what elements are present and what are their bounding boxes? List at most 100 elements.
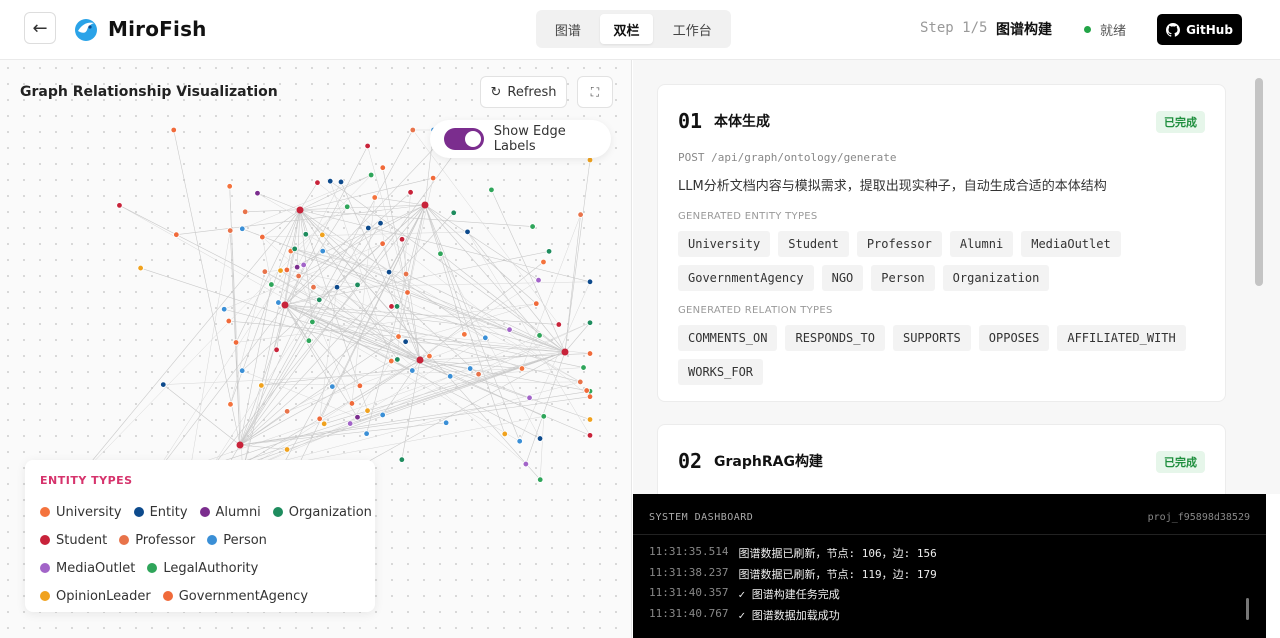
graph-node[interactable] [482,334,489,341]
graph-node[interactable] [586,156,594,164]
graph-node[interactable] [501,430,508,438]
graph-hub-node[interactable] [236,441,244,449]
graph-node[interactable] [466,365,474,372]
graph-node[interactable] [518,365,526,372]
graph-node[interactable] [160,381,167,388]
graph-node[interactable] [450,209,457,216]
graph-node[interactable] [295,272,302,280]
graph-node[interactable] [319,247,326,255]
graph-node[interactable] [273,346,280,353]
graph-node[interactable] [302,231,309,238]
graph-node[interactable] [320,420,328,428]
graph-node[interactable] [540,258,547,266]
graph-node[interactable] [398,236,406,243]
graph-node[interactable] [367,171,375,179]
graph-node[interactable] [275,299,282,306]
graph-node[interactable] [379,411,386,419]
graph-node[interactable] [261,268,269,275]
graph-node[interactable] [283,446,291,453]
graph-node[interactable] [259,233,266,241]
graph-node[interactable] [363,430,370,437]
graph-node[interactable] [442,419,450,426]
graph-node[interactable] [316,296,323,304]
graph-node[interactable] [379,164,386,171]
graph-node[interactable] [586,278,594,285]
graph-node[interactable] [533,300,540,307]
graph-node[interactable] [329,383,336,390]
graph-node[interactable] [364,142,371,150]
graph-node[interactable] [379,240,386,247]
graph-node[interactable] [371,194,378,201]
graph-node[interactable] [170,126,177,134]
tab-graph[interactable]: 图谱 [540,14,596,44]
graph-hub-node[interactable] [421,201,429,209]
graph-node[interactable] [226,183,233,190]
github-button[interactable]: GitHub [1157,14,1242,45]
graph-node[interactable] [364,407,371,414]
graph-node[interactable] [506,326,513,333]
graph-node[interactable] [309,318,316,326]
graph-node[interactable] [314,179,321,186]
graph-node[interactable] [394,356,401,363]
graph-node[interactable] [258,382,265,389]
graph-node[interactable] [516,438,523,445]
graph-node[interactable] [283,408,291,415]
graph-node[interactable] [227,227,234,234]
graph-node[interactable] [488,186,495,194]
graph-node[interactable] [220,306,228,313]
graph-node[interactable] [586,350,594,357]
graph-node[interactable] [225,317,232,325]
graph-hub-node[interactable] [296,206,304,214]
graph-node[interactable] [461,331,468,338]
graph-node[interactable] [522,460,530,468]
graph-node[interactable] [540,413,547,420]
graph-node[interactable] [254,190,261,197]
graph-node[interactable] [577,211,584,218]
graph-node[interactable] [586,393,594,400]
log-scrollbar[interactable] [1246,598,1249,620]
graph-node[interactable] [268,281,275,288]
graph-node[interactable] [327,177,334,185]
scroll-thumb[interactable] [1255,78,1263,286]
graph-node[interactable] [526,394,533,401]
edge-labels-toggle[interactable] [444,128,484,150]
graph-node[interactable] [239,225,246,232]
graph-node[interactable] [536,332,543,339]
right-scrollbar[interactable] [1253,60,1265,494]
graph-node[interactable] [354,414,361,421]
graph-node[interactable] [402,338,409,345]
graph-node[interactable] [348,400,356,407]
graph-node[interactable] [388,357,395,365]
graph-node[interactable] [337,178,345,186]
graph-node[interactable] [537,476,544,483]
graph-node[interactable] [354,281,361,289]
graph-node[interactable] [464,228,471,236]
graph-node[interactable] [475,370,482,378]
graph-node[interactable] [402,270,410,278]
graph-node[interactable] [583,387,590,394]
graph-node[interactable] [137,264,144,272]
graph-node[interactable] [429,174,437,182]
graph-node[interactable] [116,202,123,209]
graph-node[interactable] [344,203,351,210]
graph-node[interactable] [409,367,416,374]
graph-node[interactable] [333,284,341,291]
graph-node[interactable] [293,263,301,271]
graph-node[interactable] [535,277,542,284]
graph-node[interactable] [346,420,354,427]
graph-node[interactable] [393,303,401,310]
graph-node[interactable] [238,367,246,374]
graph-node[interactable] [277,267,284,274]
graph-node[interactable] [305,337,313,344]
graph-node[interactable] [377,220,384,227]
graph-node[interactable] [555,321,563,328]
graph-node[interactable] [319,231,326,239]
graph-node[interactable] [545,248,553,255]
graph-node[interactable] [536,435,544,442]
back-button[interactable]: ← [24,12,56,44]
graph-node[interactable] [409,126,417,134]
graph-node[interactable] [447,373,454,380]
graph-node[interactable] [365,224,372,232]
graph-node[interactable] [291,245,298,253]
graph-node[interactable] [232,339,240,346]
